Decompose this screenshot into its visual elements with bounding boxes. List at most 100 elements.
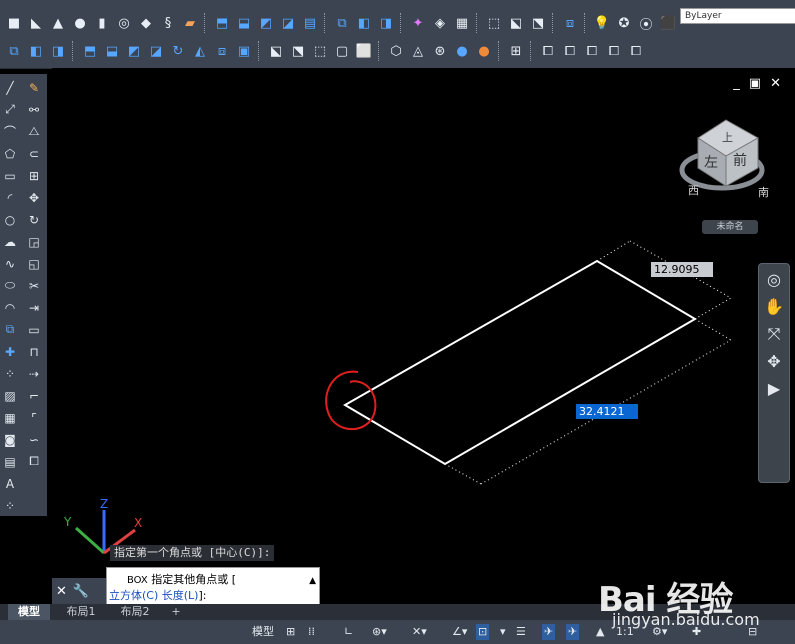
union-icon[interactable]: ⧉	[332, 13, 352, 33]
box-icon[interactable]: ■	[4, 13, 24, 33]
visual-style-hidden-icon[interactable]: ◬	[408, 41, 428, 61]
showmotion-icon[interactable]: ▶	[768, 379, 780, 398]
lineweight-icon[interactable]: ☰	[516, 624, 526, 640]
history-arrow-icon[interactable]: ▲	[309, 576, 316, 586]
color-faces-icon[interactable]: ▣	[234, 41, 254, 61]
ucs-name-dropdown[interactable]: 未命名	[702, 220, 758, 234]
auto-scale-icon[interactable]: ✈	[566, 624, 580, 640]
clean-icon[interactable]: ⬔	[288, 41, 308, 61]
helix-icon[interactable]: §	[158, 13, 178, 33]
delete-faces-icon[interactable]: ◪	[146, 41, 166, 61]
planar-surface-icon[interactable]: ▰	[180, 13, 200, 33]
gradient-icon[interactable]: ▦	[1, 408, 19, 427]
slice-icon[interactable]: ◈	[430, 13, 450, 33]
copy-icon[interactable]: ⚯	[25, 100, 43, 119]
cone-icon[interactable]: ▲	[48, 13, 68, 33]
scale-icon[interactable]: ◲	[25, 232, 43, 251]
visual-style-conceptual-icon[interactable]: ●	[452, 41, 472, 61]
array-icon[interactable]: ⊞	[25, 166, 43, 185]
steering-wheel-icon[interactable]: ◎	[767, 270, 781, 289]
ellipse-icon[interactable]: ⬭	[1, 276, 19, 295]
blend-icon[interactable]: ∽	[25, 430, 43, 449]
taper-faces-icon[interactable]: ◭	[190, 41, 210, 61]
ortho-icon[interactable]: ∟	[344, 624, 353, 640]
layer-state-icon[interactable]: ⬛	[658, 13, 678, 33]
offset-icon[interactable]: ⊂	[25, 144, 43, 163]
zoom-extents-icon[interactable]: ⤧	[768, 324, 781, 344]
wedge-icon[interactable]: ◣	[26, 13, 46, 33]
view-iso-icon[interactable]: ⧠	[582, 41, 602, 61]
sweep-icon[interactable]: ◩	[256, 13, 276, 33]
dyn-icon[interactable]: ▾	[500, 624, 506, 640]
loft-icon[interactable]: ▤	[300, 13, 320, 33]
shell-icon[interactable]: ▢	[332, 41, 352, 61]
check-icon[interactable]: ⬜	[354, 41, 374, 61]
hatch-icon[interactable]: ▨	[1, 386, 19, 405]
chamfer-icon[interactable]: ⌐	[25, 386, 43, 405]
add-selected-icon[interactable]: ⁘	[1, 496, 19, 515]
osnap-icon[interactable]: ✕▾	[412, 624, 427, 640]
otrack-icon[interactable]: ∠▾	[452, 624, 467, 640]
tab-model[interactable]: 模型	[8, 604, 50, 620]
trim-icon[interactable]: ✂	[25, 276, 43, 295]
cylinder-icon[interactable]: ▮	[92, 13, 112, 33]
light-icon[interactable]: 💡	[592, 13, 612, 33]
view-iso3-icon[interactable]: ⧠	[626, 41, 646, 61]
copy-faces-icon[interactable]: ⧈	[212, 41, 232, 61]
copy-edges-icon[interactable]: ⧈	[560, 13, 580, 33]
polar-icon[interactable]: ⊛▾	[372, 624, 387, 640]
torus-icon[interactable]: ◎	[114, 13, 134, 33]
visual-style-2d-icon[interactable]: ⬡	[386, 41, 406, 61]
option-length[interactable]: 长度(L)	[162, 589, 199, 602]
ellipse-arc-icon[interactable]: ◠	[1, 298, 19, 317]
close-button[interactable]: ✕	[770, 76, 781, 91]
xline-icon[interactable]: ⤢	[1, 100, 19, 119]
materials-icon[interactable]: ✪	[614, 13, 634, 33]
dimension-input-width[interactable]: 12.9095	[651, 262, 713, 277]
make-block-icon[interactable]: ✚	[1, 342, 19, 361]
minimize-button[interactable]: _	[733, 76, 740, 91]
move-icon[interactable]: ✥	[25, 188, 43, 207]
orbit-icon[interactable]: ✥	[767, 352, 780, 371]
drawing-canvas[interactable]: _ ▣ ✕	[52, 68, 795, 578]
join-icon[interactable]: ⇢	[25, 364, 43, 383]
mirror-icon[interactable]: ⧍	[25, 122, 43, 141]
stretch-icon[interactable]: ◱	[25, 254, 43, 273]
annotation-visibility-icon[interactable]: ✈	[542, 624, 556, 640]
view-front-icon[interactable]: ⧠	[538, 41, 558, 61]
region-icon[interactable]: ⧉	[4, 41, 24, 61]
polyline-icon[interactable]: ⌒	[1, 122, 19, 141]
move-faces-icon[interactable]: ⬓	[102, 41, 122, 61]
tab-add[interactable]: +	[166, 604, 186, 620]
subtract-icon[interactable]: ◧	[354, 13, 374, 33]
intersect-icon[interactable]: ◨	[376, 13, 396, 33]
color-edges-icon[interactable]: ⬔	[528, 13, 548, 33]
erase-icon[interactable]: ✎	[25, 78, 43, 97]
arc-icon[interactable]: ◜	[1, 188, 19, 207]
pyramid-icon[interactable]: ◆	[136, 13, 156, 33]
view-iso2-icon[interactable]: ⧠	[604, 41, 624, 61]
grid-icon[interactable]: ⊞	[286, 624, 295, 640]
customize-wrench-icon[interactable]: 🔧	[73, 584, 89, 599]
pan-icon[interactable]: ✋	[764, 297, 784, 316]
rotate-faces-icon[interactable]: ↻	[168, 41, 188, 61]
table-icon[interactable]: ▤	[1, 452, 19, 471]
line-icon[interactable]: ╱	[1, 78, 19, 97]
view-top-icon[interactable]: ⊞	[506, 41, 526, 61]
imprint-icon[interactable]: ⬕	[506, 13, 526, 33]
revolve-icon[interactable]: ◪	[278, 13, 298, 33]
separate-icon[interactable]: ⬚	[310, 41, 330, 61]
rotate-icon[interactable]: ↻	[25, 210, 43, 229]
insert-block-icon[interactable]: ⧉	[1, 320, 19, 339]
point-icon[interactable]: ⁘	[1, 364, 19, 383]
extract-edges-icon[interactable]: ⬚	[484, 13, 504, 33]
break-point-icon[interactable]: ▭	[25, 320, 43, 339]
extend-icon[interactable]: ⇥	[25, 298, 43, 317]
fillet-icon[interactable]: ⌜	[25, 408, 43, 427]
command-input[interactable]: BOX 指定其他角点或 [ 立方体(C) 长度(L)]: ▲	[106, 567, 320, 605]
restore-button[interactable]: ▣	[749, 76, 761, 91]
extrude-icon[interactable]: ⬒	[212, 13, 232, 33]
interfere-icon[interactable]: ✦	[408, 13, 428, 33]
polygon-icon[interactable]: ⬠	[1, 144, 19, 163]
dimension-input-length[interactable]: 32.4121	[576, 404, 638, 419]
